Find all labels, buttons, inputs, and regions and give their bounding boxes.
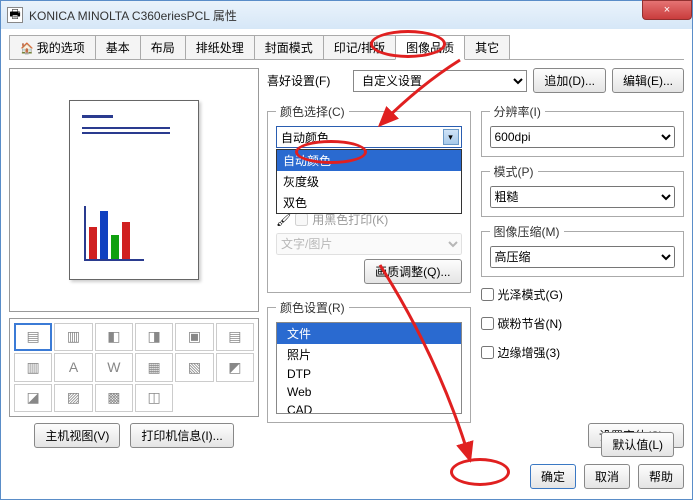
thumb-11[interactable]: ▧ xyxy=(175,353,213,381)
thumb-6[interactable]: ▤ xyxy=(216,323,254,351)
thumb-2[interactable]: ▥ xyxy=(54,323,92,351)
toner-label: 碳粉节省(N) xyxy=(498,315,563,332)
help-button[interactable]: 帮助 xyxy=(638,464,684,489)
compression-group: 图像压缩(M) 高压缩 xyxy=(481,223,685,277)
preview-page xyxy=(69,100,199,280)
titlebar: 🖶 KONICA MINOLTA C360eriesPCL 属性 × xyxy=(1,1,692,29)
color-setting-group: 颜色设置(R) 文件 照片 DTP Web CAD xyxy=(267,299,471,423)
tab-bar: 我的选项 基本 布局 排纸处理 封面模式 印记/排版 图像品质 其它 xyxy=(9,35,684,60)
tab-output[interactable]: 排纸处理 xyxy=(185,35,255,59)
pref-select[interactable]: 自定义设置 xyxy=(353,70,527,92)
color-opt-gray[interactable]: 灰度级 xyxy=(277,171,461,192)
gloss-label: 光泽模式(G) xyxy=(498,286,563,303)
main-view-button[interactable]: 主机视图(V) xyxy=(34,423,120,448)
thumb-3[interactable]: ◧ xyxy=(95,323,133,351)
black-print-check[interactable] xyxy=(295,213,308,226)
tab-image-quality[interactable]: 图像品质 xyxy=(395,35,465,60)
tab-layout[interactable]: 布局 xyxy=(140,35,186,59)
default-button[interactable]: 默认值(L) xyxy=(601,432,674,457)
color-setting-list[interactable]: 文件 照片 DTP Web CAD xyxy=(276,322,462,414)
color-setting-legend: 颜色设置(R) xyxy=(276,299,349,316)
color-select-group: 颜色选择(C) 自动颜色 ▾ 自动颜色 灰度级 双色 xyxy=(267,103,471,293)
preview-chart-icon xyxy=(84,206,144,261)
thumb-7[interactable]: ▥ xyxy=(14,353,52,381)
color-select-combo[interactable]: 自动颜色 ▾ 自动颜色 灰度级 双色 xyxy=(276,126,462,148)
thumb-16[interactable]: ◫ xyxy=(135,384,173,412)
cancel-button[interactable]: 取消 xyxy=(584,464,630,489)
ok-button[interactable]: 确定 xyxy=(530,464,576,489)
page-preview xyxy=(9,68,259,312)
edge-check[interactable] xyxy=(481,346,494,359)
resolution-select[interactable]: 600dpi xyxy=(490,126,676,148)
pref-edit-button[interactable]: 编辑(E)... xyxy=(612,68,684,93)
color-select-legend: 颜色选择(C) xyxy=(276,103,349,120)
close-button[interactable]: × xyxy=(642,0,692,20)
text-image-select[interactable]: 文字/图片 xyxy=(276,233,462,255)
mode-group: 模式(P) 粗糙 xyxy=(481,163,685,217)
color-select-value: 自动颜色 xyxy=(281,129,329,146)
mode-select[interactable]: 粗糙 xyxy=(490,186,676,208)
window-title: KONICA MINOLTA C360eriesPCL 属性 xyxy=(29,7,237,24)
cs-opt-2[interactable]: DTP xyxy=(277,365,461,383)
thumb-12[interactable]: ◩ xyxy=(216,353,254,381)
paint-icon: 🖌 xyxy=(276,213,291,227)
color-opt-duo[interactable]: 双色 xyxy=(277,192,461,213)
thumb-10[interactable]: ▦ xyxy=(135,353,173,381)
thumb-1[interactable]: ▤ xyxy=(14,323,52,351)
thumb-9[interactable]: W xyxy=(95,353,133,381)
pref-add-button[interactable]: 追加(D)... xyxy=(533,68,606,93)
printer-info-button[interactable]: 打印机信息(I)... xyxy=(130,423,233,448)
color-select-dropdown: 自动颜色 灰度级 双色 xyxy=(276,149,462,214)
quality-adjust-button[interactable]: 画质调整(Q)... xyxy=(364,259,461,284)
compression-legend: 图像压缩(M) xyxy=(490,223,564,240)
cs-opt-0[interactable]: 文件 xyxy=(277,323,461,344)
toner-save-check[interactable] xyxy=(481,317,494,330)
resolution-legend: 分辨率(I) xyxy=(490,103,545,120)
compression-select[interactable]: 高压缩 xyxy=(490,246,676,268)
resolution-group: 分辨率(I) 600dpi xyxy=(481,103,685,157)
printer-icon: 🖶 xyxy=(7,7,23,23)
tab-stamp[interactable]: 印记/排版 xyxy=(323,35,396,59)
thumb-15[interactable]: ▩ xyxy=(95,384,133,412)
pref-label: 喜好设置(F) xyxy=(267,72,347,89)
cs-opt-1[interactable]: 照片 xyxy=(277,344,461,365)
properties-dialog: 🖶 KONICA MINOLTA C360eriesPCL 属性 × 我的选项 … xyxy=(0,0,693,500)
mode-legend: 模式(P) xyxy=(490,163,538,180)
edge-label: 边缘增强(3) xyxy=(498,344,561,361)
cs-opt-3[interactable]: Web xyxy=(277,383,461,401)
thumb-13[interactable]: ◪ xyxy=(14,384,52,412)
thumb-4[interactable]: ◨ xyxy=(135,323,173,351)
color-opt-auto[interactable]: 自动颜色 xyxy=(277,150,461,171)
tab-cover[interactable]: 封面模式 xyxy=(254,35,324,59)
thumb-8[interactable]: A xyxy=(54,353,92,381)
thumb-14[interactable]: ▨ xyxy=(54,384,92,412)
gloss-check[interactable] xyxy=(481,288,494,301)
tab-other[interactable]: 其它 xyxy=(464,35,510,59)
thumb-5[interactable]: ▣ xyxy=(175,323,213,351)
tab-my-options[interactable]: 我的选项 xyxy=(9,35,96,59)
chevron-down-icon: ▾ xyxy=(443,129,459,145)
cs-opt-4[interactable]: CAD xyxy=(277,401,461,414)
preset-thumbnails: ▤ ▥ ◧ ◨ ▣ ▤ ▥ A W ▦ ▧ ◩ ◪ ▨ ▩ ◫ xyxy=(9,318,259,417)
tab-basic[interactable]: 基本 xyxy=(95,35,141,59)
